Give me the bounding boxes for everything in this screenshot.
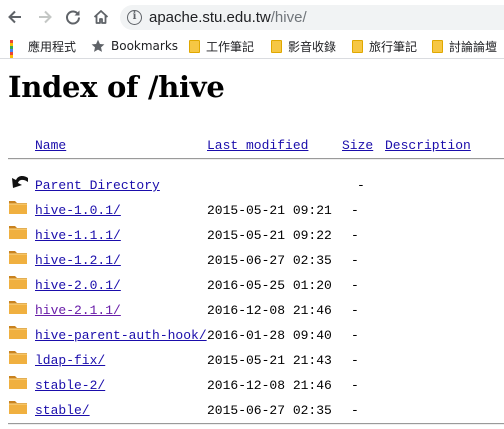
directory-link[interactable]: hive-1.0.1/ (35, 203, 121, 218)
arrow-left-icon (8, 10, 21, 24)
directory-row: hive-2.0.1/2016-05-25 01:20 - (0, 273, 504, 298)
directory-link[interactable]: hive-2.0.1/ (35, 278, 121, 293)
bookmark-label: 影音收錄 (288, 39, 337, 54)
browser-toolbar: i apache.stu.edu.tw/hive/ (0, 0, 504, 34)
size-cell: - (351, 328, 359, 343)
footer-divider (8, 423, 504, 425)
forward-button[interactable] (34, 6, 56, 28)
url-text[interactable]: apache.stu.edu.tw/hive/ (149, 9, 307, 26)
size-cell: - (351, 303, 359, 318)
reload-icon (66, 10, 80, 25)
parent-directory-row: Parent Directory - (0, 173, 504, 198)
folder-icon (432, 39, 443, 53)
bookmark-folder-travel[interactable]: 旅行筆記 (352, 38, 417, 54)
bookmark-label: Bookmarks (111, 39, 179, 53)
folder-icon-cell[interactable] (8, 273, 28, 295)
directory-link[interactable]: hive-parent-auth-hook/ (35, 328, 207, 343)
apps-grid-icon (10, 40, 22, 58)
folder-icon (9, 351, 27, 364)
last-modified-cell: 2016-12-08 21:46 (207, 303, 332, 318)
bookmark-label: 討論論壇 (449, 39, 498, 54)
toolbar-divider (0, 58, 504, 59)
size-cell: - (351, 403, 359, 418)
size-cell: - (351, 253, 359, 268)
folder-icon (9, 301, 27, 314)
bookmarks-bar: 應用程式 Bookmarks 工作筆記 影音收錄 旅行筆記 討論論壇 (0, 34, 504, 58)
bookmark-bookmarks[interactable]: Bookmarks (91, 38, 178, 54)
bookmark-folder-media[interactable]: 影音收錄 (271, 38, 336, 54)
back-button[interactable] (4, 6, 26, 28)
info-icon[interactable]: i (127, 10, 142, 25)
size-cell: - (351, 353, 359, 368)
size-cell: - (351, 378, 359, 393)
bookmark-label: 旅行筆記 (369, 39, 418, 54)
bookmark-folder-forum[interactable]: 討論論壇 (432, 38, 497, 54)
directory-row: hive-2.1.1/2016-12-08 21:46 - (0, 298, 504, 323)
size-cell: - (357, 178, 365, 193)
directory-link[interactable]: hive-1.1.1/ (35, 228, 121, 243)
column-header-description[interactable]: Description (385, 138, 471, 153)
folder-icon-cell[interactable] (8, 348, 28, 370)
folder-icon-cell[interactable] (8, 398, 28, 420)
last-modified-cell: 2015-05-21 09:22 (207, 228, 332, 243)
last-modified-cell: 2015-05-21 09:21 (207, 203, 332, 218)
folder-icon (9, 201, 27, 214)
directory-row: hive-parent-auth-hook/2016-01-28 09:40 - (0, 323, 504, 348)
parent-directory-link[interactable]: Parent Directory (35, 178, 160, 193)
directory-link[interactable]: hive-1.2.1/ (35, 253, 121, 268)
last-modified-cell: 2015-05-21 21:43 (207, 353, 332, 368)
home-button[interactable] (90, 6, 112, 28)
directory-row: hive-1.0.1/2015-05-21 09:21 - (0, 198, 504, 223)
apps-label: 應用程式 (28, 39, 77, 54)
folder-icon (271, 39, 282, 53)
folder-icon (189, 39, 200, 53)
home-icon (93, 10, 109, 24)
folder-icon-cell[interactable] (8, 373, 28, 395)
folder-icon (9, 376, 27, 389)
column-header-size[interactable]: Size (342, 138, 373, 153)
arrow-right-icon (39, 10, 52, 24)
last-modified-cell: 2016-01-28 09:40 (207, 328, 332, 343)
folder-icon (9, 251, 27, 264)
last-modified-cell: 2015-06-27 02:35 (207, 403, 332, 418)
folder-icon (352, 39, 363, 53)
directory-link[interactable]: stable-2/ (35, 378, 105, 393)
folder-icon (9, 226, 27, 239)
last-modified-cell: 2015-06-27 02:35 (207, 253, 332, 268)
directory-link[interactable]: ldap-fix/ (35, 353, 105, 368)
folder-icon (9, 276, 27, 289)
directory-row: stable-2/2016-12-08 21:46 - (0, 373, 504, 398)
url-path: /hive/ (270, 9, 307, 26)
directory-row: ldap-fix/2015-05-21 21:43 - (0, 348, 504, 373)
last-modified-cell: 2016-05-25 01:20 (207, 278, 332, 293)
directory-row: hive-1.1.1/2015-05-21 09:22 - (0, 223, 504, 248)
bookmark-label: 工作筆記 (206, 39, 255, 54)
page-title: Index of /hive (8, 70, 225, 104)
folder-icon-cell[interactable] (8, 198, 28, 220)
folder-icon-cell[interactable] (8, 248, 28, 270)
size-cell: - (351, 228, 359, 243)
size-cell: - (351, 278, 359, 293)
folder-icon-cell[interactable] (8, 223, 28, 245)
directory-row: stable/2015-06-27 02:35 - (0, 398, 504, 423)
column-header-name[interactable]: Name (35, 138, 66, 153)
reload-button[interactable] (62, 6, 84, 28)
folder-icon (9, 326, 27, 339)
directory-link[interactable]: hive-2.1.1/ (35, 303, 121, 318)
url-host: apache.stu.edu.tw (149, 9, 271, 26)
apps-shortcut[interactable]: 應用程式 (10, 38, 77, 58)
directory-row: hive-1.2.1/2015-06-27 02:35 - (0, 248, 504, 273)
directory-link[interactable]: stable/ (35, 403, 90, 418)
column-header-last-modified[interactable]: Last modified (207, 138, 308, 153)
folder-icon-cell[interactable] (8, 298, 28, 320)
bookmark-folder-work[interactable]: 工作筆記 (189, 38, 254, 54)
back-arrow-icon[interactable] (8, 173, 30, 193)
header-divider (8, 158, 504, 160)
address-bar[interactable]: i apache.stu.edu.tw/hive/ (120, 5, 504, 30)
size-cell: - (351, 203, 359, 218)
folder-icon (9, 401, 27, 414)
last-modified-cell: 2016-12-08 21:46 (207, 378, 332, 393)
star-icon (91, 39, 105, 52)
folder-icon-cell[interactable] (8, 323, 28, 345)
